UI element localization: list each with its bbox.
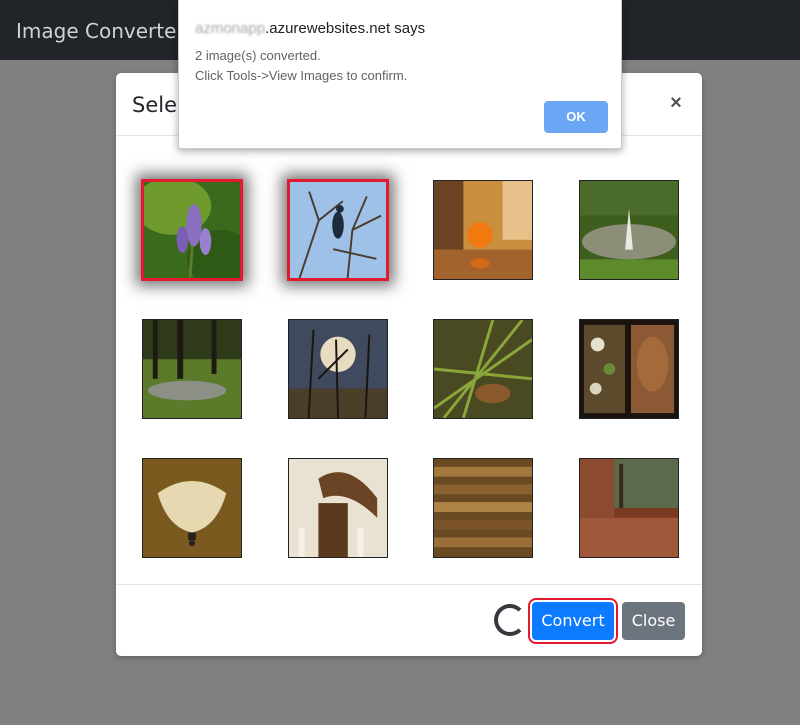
brand-title[interactable]: Image Converter xyxy=(16,19,185,43)
close-button[interactable]: Close xyxy=(622,602,685,640)
alert-host-blurred: azmonapp xyxy=(195,20,266,37)
stacked-wood-image xyxy=(434,459,532,557)
convert-button[interactable]: Convert xyxy=(532,602,614,640)
image-thumb-orange-on-table[interactable] xyxy=(433,180,533,280)
orange-on-table-image xyxy=(434,181,532,279)
image-thumb-stair-newel-post[interactable] xyxy=(288,458,388,558)
image-thumb-pendant-lamp[interactable] xyxy=(142,458,242,558)
alert-host-domain: .azurewebsites.net says xyxy=(265,20,426,37)
loading-spinner-icon xyxy=(494,604,526,636)
alert-message-line1: 2 image(s) converted. xyxy=(195,48,321,63)
brick-patio-image xyxy=(580,459,678,557)
alert-host: azmonapp.azurewebsites.net says xyxy=(195,20,425,37)
image-thumb-park-fountain[interactable] xyxy=(579,180,679,280)
image-thumb-bare-trees-sunlight[interactable] xyxy=(288,319,388,419)
image-thumb-grass-leaves[interactable] xyxy=(433,319,533,419)
image-grid xyxy=(116,136,702,584)
bare-trees-sunlight-image xyxy=(289,320,387,418)
forest-pond-image xyxy=(143,320,241,418)
browser-alert-dialog: azmonapp.azurewebsites.net says 2 image(… xyxy=(178,0,622,149)
lavender-flowers-image xyxy=(144,182,240,278)
alert-message-line2: Click Tools->View Images to confirm. xyxy=(195,68,408,83)
image-thumb-brick-patio[interactable] xyxy=(579,458,679,558)
roasted-dish-image xyxy=(580,320,678,418)
image-thumb-bird-on-branch[interactable] xyxy=(287,179,389,281)
image-thumb-stacked-wood[interactable] xyxy=(433,458,533,558)
bird-on-branch-image xyxy=(290,182,386,278)
image-thumb-forest-pond[interactable] xyxy=(142,319,242,419)
image-thumb-roasted-dish[interactable] xyxy=(579,319,679,419)
stair-newel-post-image xyxy=(289,459,387,557)
alert-ok-button[interactable]: OK xyxy=(544,101,608,133)
park-fountain-image xyxy=(580,181,678,279)
modal-footer: Convert Close xyxy=(116,584,702,656)
pendant-lamp-image xyxy=(143,459,241,557)
select-images-modal: Select × Convert Close xyxy=(116,73,702,656)
grass-leaves-image xyxy=(434,320,532,418)
image-thumb-lavender-flowers[interactable] xyxy=(141,179,243,281)
close-icon[interactable]: × xyxy=(666,93,686,113)
